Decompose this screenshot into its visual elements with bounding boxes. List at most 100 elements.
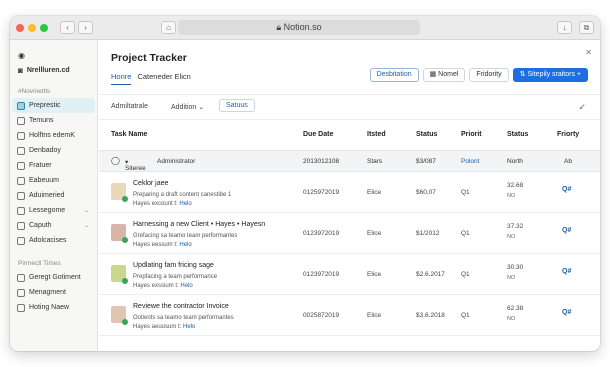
task-title[interactable]: Reviewe the contractor Invoice (133, 303, 229, 310)
normal-button[interactable]: ▦ Nomel (422, 68, 466, 82)
task-meta-text: Hayes aeuusum t: (133, 324, 182, 330)
main-content: Project Tracker ✕ Honre Cateneder Elicn … (99, 40, 600, 351)
sidebar-item-label: Caputh (29, 222, 52, 229)
sidebar-item-label: Hoting Naew (29, 304, 70, 311)
chevron-down-icon: ⌄ (198, 104, 205, 111)
sidebar-item-label: Aduimeried (29, 192, 65, 199)
back-icon[interactable]: ‹ (60, 21, 75, 34)
priority-button[interactable]: Fridority (469, 68, 509, 82)
sidebar-item[interactable]: Denbadoy (12, 143, 95, 158)
table-toolbar: Admiltatrale Addition ⌄ Satuus ✓ (99, 94, 600, 120)
sidebar-item[interactable]: Preprestic (12, 98, 95, 113)
sidebar-item[interactable]: Caputh ⌄ (12, 218, 95, 233)
status-value: $2.6.2017 (416, 271, 445, 278)
grid-icon: ▦ (429, 71, 439, 78)
page-icon (17, 206, 25, 215)
share-icon[interactable]: ⌂ (161, 21, 176, 34)
toolbar-admin[interactable]: Admiltatrale (111, 103, 148, 110)
close-window-button[interactable] (16, 23, 24, 32)
col-status[interactable]: Status (416, 131, 437, 138)
header-actions: Desbitation ▦ Nomel Fridority ⇅ Sitepily… (369, 68, 588, 82)
distribution-button[interactable]: Desbitation (369, 68, 419, 82)
toolbar-addition-label: Addition (171, 104, 197, 111)
sidebar: ◉ ◙ Nrellluren.cd #Novinettls Preprestic… (10, 40, 98, 351)
col-priority[interactable]: Priorit (461, 131, 482, 138)
priority-2-value[interactable]: Q# (562, 309, 571, 316)
sidebar-item[interactable]: Hoting Naew (12, 300, 95, 315)
close-icon[interactable]: ✕ (585, 48, 592, 57)
tab-calendar[interactable]: Cateneder Elicn (137, 72, 190, 85)
sidebar-item[interactable]: Lessegome ⌄ (12, 203, 95, 218)
sidebar-item[interactable]: Temuns (12, 113, 95, 128)
sidebar-item[interactable]: Aduimeried (12, 188, 95, 203)
status-2-value: 30.30 (507, 264, 524, 271)
task-meta-link[interactable]: Helo (179, 242, 191, 248)
maximize-window-button[interactable] (40, 23, 48, 32)
owner: Elice (367, 312, 382, 319)
workspace-switcher[interactable]: ◙ Nrellluren.cd (10, 62, 97, 78)
tab-home[interactable]: Honre (111, 72, 132, 85)
summary-name[interactable]: Siteree ▾ (125, 158, 146, 172)
page-icon (17, 221, 25, 230)
table-row[interactable]: Reviewe the contractor Invoice Ootients s… (99, 296, 600, 336)
summary-status: $3/087 (416, 158, 436, 165)
page-icon (17, 161, 25, 170)
col-due-date[interactable]: Due Date (303, 131, 333, 138)
task-title[interactable]: Harnessing a new Client • Hayes • Hayesn (133, 221, 265, 228)
task-meta-link[interactable]: Helo (179, 201, 191, 207)
task-meta: Hayes exssium t: Helo (133, 283, 193, 289)
workspace-logo-row[interactable]: ◉ (10, 48, 97, 62)
summary-priority: Polont (461, 158, 480, 165)
toolbar-addition[interactable]: Addition ⌄ (171, 103, 204, 111)
address-bar[interactable]: 🔒︎ Notion.so (178, 20, 420, 35)
task-meta-text: Hayes excount t: (133, 201, 178, 207)
download-icon[interactable]: ↓ (557, 21, 572, 34)
status-2-value: 32.68 (507, 182, 524, 189)
status-check-icon (122, 278, 128, 284)
summary-name-label: Siteree (125, 165, 146, 172)
table-row[interactable]: Ceklor jaee Preparing a draft content can… (99, 173, 600, 213)
workspace-name: Nrellluren.cd (26, 66, 70, 74)
forward-icon[interactable]: › (78, 21, 93, 34)
table-summary-row[interactable]: ◯ Siteree ▾ Administrator 2013012108 Sta… (99, 150, 600, 172)
priority-2-value[interactable]: Q# (562, 227, 571, 234)
col-status-2[interactable]: Status (507, 131, 528, 138)
sidebar-item[interactable]: Adolcacises (12, 233, 95, 248)
chevron-down-icon[interactable]: ⌄ (84, 207, 89, 214)
sidebar-item[interactable]: Geregt Gotiment (12, 270, 95, 285)
sidebar-item-label: Preprestic (29, 102, 61, 109)
check-icon[interactable]: ✓ (578, 102, 586, 113)
task-title[interactable]: Ceklor jaee (133, 180, 168, 187)
status-2-label: NO (507, 234, 516, 240)
sidebar-item[interactable]: Fratuer (12, 158, 95, 173)
priority-2-value[interactable]: Q# (562, 268, 571, 275)
sidebar-item-label: Eabeuum (29, 177, 59, 184)
tabs-icon[interactable]: ⧉ (579, 21, 594, 34)
toolbar-status-tab[interactable]: Satuus (219, 99, 255, 112)
minimize-window-button[interactable] (28, 23, 36, 32)
col-priority-2[interactable]: Friorty (557, 131, 579, 138)
chevron-down-icon[interactable]: ⌄ (84, 222, 89, 229)
status-2-label: NO (507, 275, 516, 281)
address-bar-url: Notion.so (283, 22, 322, 32)
priority-2-value[interactable]: Q# (562, 186, 571, 193)
status-2-label: NO (507, 193, 516, 199)
page-icon (17, 101, 25, 110)
col-task-name[interactable]: Task Name (111, 131, 147, 138)
sidebar-item-label: Fratuer (29, 162, 52, 169)
owner: Elice (367, 271, 382, 278)
page-icon (17, 288, 25, 297)
share-editors-button[interactable]: ⇅ Sitepily sraitors + (512, 68, 588, 82)
task-title[interactable]: Updlating fam fricing sage (133, 262, 214, 269)
table-row[interactable]: Updlating fam fricing sage Prepfacing a t… (99, 255, 600, 295)
status-value: $3.6.2018 (416, 312, 445, 319)
table-row[interactable]: Harnessing a new Client • Hayes • Hayesn… (99, 214, 600, 254)
sidebar-item[interactable]: Eabeuum (12, 173, 95, 188)
task-meta-link[interactable]: Helo (183, 324, 195, 330)
circle-check-icon[interactable]: ◯ (111, 156, 120, 165)
task-meta-link[interactable]: Helo (180, 283, 192, 289)
col-listed[interactable]: Itsted (367, 131, 386, 138)
due-date: 0125972019 (303, 189, 340, 196)
sidebar-item[interactable]: Menagment (12, 285, 95, 300)
sidebar-item[interactable]: Holftns edemK (12, 128, 95, 143)
